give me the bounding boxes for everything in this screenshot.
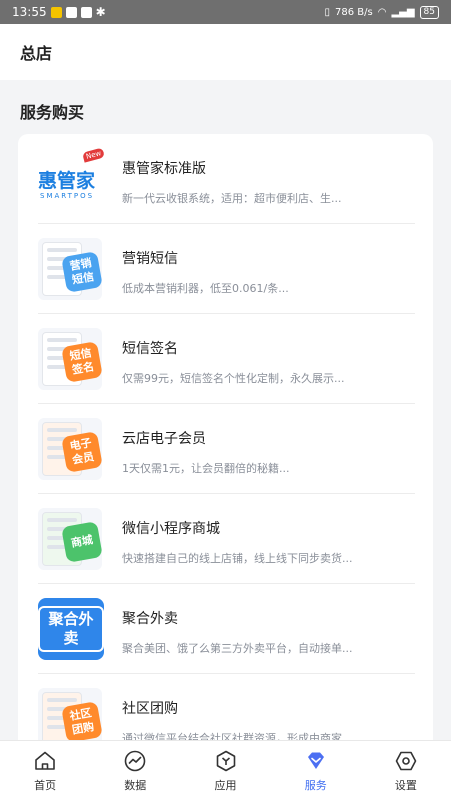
service-desc: 仅需99元，短信签名个性化定制，永久展示...: [122, 372, 345, 385]
thumb-badge: 社区团购: [61, 701, 102, 743]
service-name: 聚合外卖: [122, 611, 178, 627]
member-thumbnail: 电子会员: [38, 418, 102, 480]
service-desc: 1天仅需1元，让会员翻倍的秘籍...: [122, 462, 290, 475]
tab-label: 设置: [394, 779, 417, 792]
service-item-sms[interactable]: 营销短信 营销短信 低成本营销利器，低至0.061/条...: [18, 224, 433, 314]
tab-label: 首页: [34, 779, 57, 792]
tab-services[interactable]: 服务: [271, 741, 361, 801]
wifi-icon: ◠: [377, 6, 387, 18]
section-title: 服务购买: [20, 103, 85, 122]
service-desc: 快速搭建自己的线上店铺，线上线下同步卖货...: [122, 552, 353, 565]
bottom-tab-bar: 首页 数据 应用 服务 设置: [0, 740, 451, 801]
hgj-logo: New 惠管家 SMARTPOS: [38, 147, 105, 210]
service-name: 营销短信: [122, 251, 178, 267]
new-badge: New: [81, 147, 105, 163]
takeout-logo-text: 聚合外卖: [38, 606, 104, 652]
service-list: New 惠管家 SMARTPOS 惠管家标准版 新一代云收银系统，适用：超市便利…: [18, 134, 433, 754]
nfc-icon: [65, 6, 77, 18]
thumb-badge: 商城: [61, 521, 102, 563]
tab-home[interactable]: 首页: [0, 741, 90, 801]
service-item-hgj[interactable]: New 惠管家 SMARTPOS 惠管家标准版 新一代云收银系统，适用：超市便利…: [18, 134, 433, 224]
service-desc: 聚合美团、饿了么第三方外卖平台，自动接单...: [122, 642, 353, 655]
logo-subtext: SMARTPOS: [40, 192, 95, 200]
service-name: 微信小程序商城: [122, 521, 220, 537]
home-icon: [35, 751, 55, 770]
chart-icon: [124, 750, 146, 772]
mall-thumbnail: 商城: [38, 508, 102, 570]
service-item-sms-sign[interactable]: 短信签名 短信签名 仅需99元，短信签名个性化定制，永久展示...: [18, 314, 433, 404]
service-item-takeout[interactable]: 聚合外卖 聚合外卖 聚合美团、饿了么第三方外卖平台，自动接单...: [18, 584, 433, 674]
diamond-icon: [307, 752, 324, 769]
sms-thumbnail: 营销短信: [38, 238, 102, 300]
thumb-badge: 短信签名: [61, 341, 102, 383]
battery-icon: 85: [419, 5, 439, 19]
signal-icon: ▂▄▆: [391, 6, 415, 18]
gear-icon: [395, 751, 417, 771]
thumb-badge: 营销短信: [61, 251, 102, 293]
service-name: 惠管家标准版: [122, 161, 206, 177]
tab-settings[interactable]: 设置: [361, 741, 451, 801]
tab-label: 服务: [304, 779, 327, 792]
service-desc: 新一代云收银系统，适用：超市便利店、生...: [122, 192, 342, 205]
apps-icon: [216, 750, 235, 772]
store-title[interactable]: 总店: [0, 24, 451, 80]
thumb-badge: 电子会员: [61, 431, 102, 473]
notification-icon: [50, 6, 62, 18]
service-item-miniprogram[interactable]: 商城 微信小程序商城 快速搭建自己的线上店铺，线上线下同步卖货...: [18, 494, 433, 584]
tab-apps[interactable]: 应用: [180, 741, 270, 801]
takeout-logo: 聚合外卖: [38, 598, 104, 660]
tab-label: 应用: [214, 779, 237, 792]
alarm-icon: [80, 6, 92, 18]
service-desc: 低成本营销利器，低至0.061/条...: [122, 282, 289, 295]
sign-thumbnail: 短信签名: [38, 328, 102, 390]
service-item-member[interactable]: 电子会员 云店电子会员 1天仅需1元，让会员翻倍的秘籍...: [18, 404, 433, 494]
service-name: 短信签名: [122, 341, 178, 357]
status-time: 13:55: [12, 5, 47, 19]
service-name: 社区团购: [122, 701, 178, 717]
bluetooth-icon: ✱: [95, 5, 106, 19]
net-speed: 786 B/s: [335, 6, 373, 18]
tab-label: 数据: [124, 779, 147, 792]
status-bar: 13:55 ✱ ▯ 786 B/s ◠ ▂▄▆ 85: [0, 0, 451, 24]
tab-data[interactable]: 数据: [90, 741, 180, 801]
vibrate-icon: ▯: [324, 6, 331, 18]
service-name: 云店电子会员: [122, 431, 206, 447]
logo-text: 惠管家: [38, 170, 96, 192]
